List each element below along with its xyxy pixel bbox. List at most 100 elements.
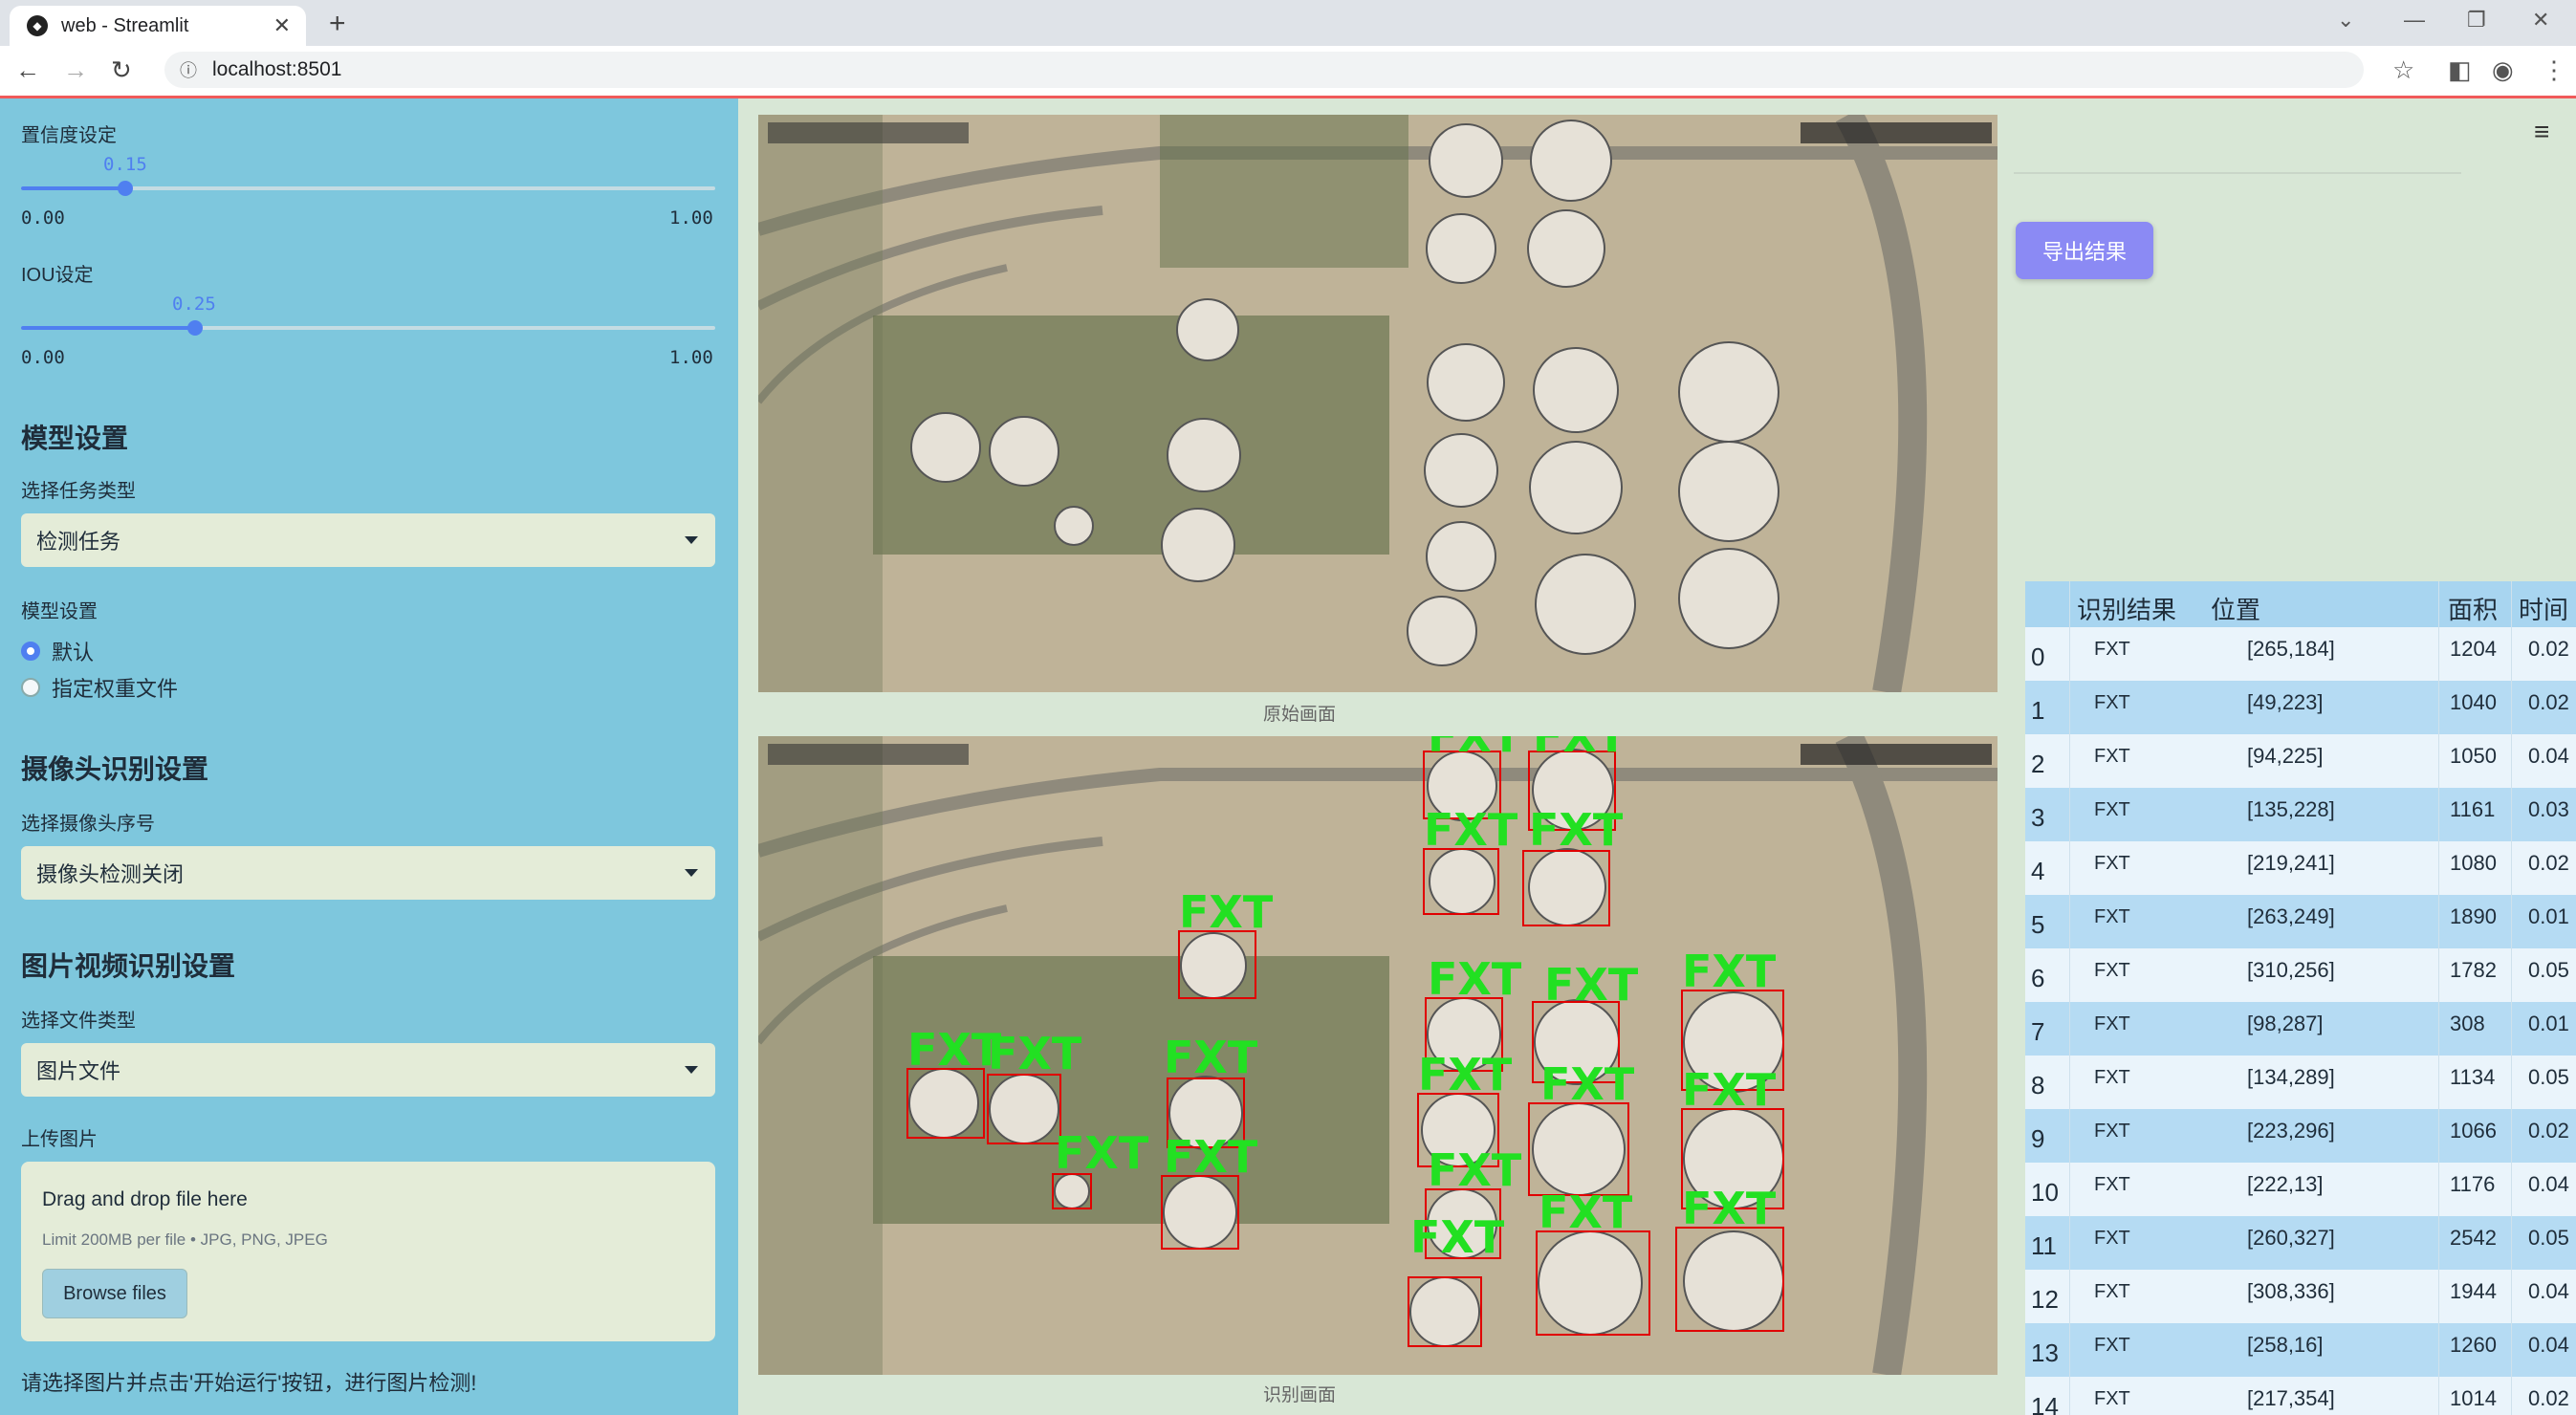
table-row[interactable]: 2 FXT [94,225] 1050 0.04 [2025, 734, 2576, 788]
detection-label: FXT [1055, 1127, 1149, 1179]
iou-label: IOU设定 [21, 265, 94, 286]
confidence-max: 1.00 [669, 207, 713, 229]
file-type-label: 选择文件类型 [21, 1011, 136, 1032]
table-row[interactable]: 12 FXT [308,336] 1944 0.04 [2025, 1270, 2576, 1323]
row-position: [222,13] [2247, 1172, 2324, 1196]
row-index: 4 [2031, 857, 2045, 885]
file-type-select[interactable]: 图片文件 [21, 1043, 715, 1097]
table-row[interactable]: 11 FXT [260,327] 2542 0.05 [2025, 1216, 2576, 1270]
model-settings-heading: 模型设置 [21, 424, 129, 453]
reload-icon[interactable]: ↻ [111, 55, 132, 85]
table-row[interactable]: 6 FXT [310,256] 1782 0.05 [2025, 948, 2576, 1002]
row-area: 1260 [2450, 1333, 2497, 1357]
bookmark-star-icon[interactable]: ☆ [2392, 55, 2414, 85]
tab-search-icon[interactable]: ⌄ [2337, 8, 2354, 33]
iou-slider[interactable] [21, 326, 715, 330]
radio-custom-weights[interactable]: 指定权重文件 [21, 672, 178, 703]
row-position: [49,223] [2247, 690, 2324, 714]
radio-default[interactable]: 默认 [21, 636, 94, 666]
profile-avatar-icon[interactable]: ◉ [2492, 55, 2514, 85]
row-area: 2542 [2450, 1226, 2497, 1250]
row-label: FXT [2094, 1013, 2130, 1034]
back-icon[interactable]: ← [15, 55, 40, 85]
row-time: 0.02 [2528, 851, 2569, 875]
row-index: 2 [2031, 750, 2045, 778]
iou-slider-fill [21, 326, 195, 330]
restore-icon[interactable]: ❐ [2467, 8, 2486, 33]
row-index: 6 [2031, 964, 2045, 992]
original-caption: 原始画面 [1262, 705, 1336, 725]
row-position: [260,327] [2247, 1226, 2335, 1250]
camera-index-label: 选择摄像头序号 [21, 814, 155, 835]
browse-files-button[interactable]: Browse files [42, 1269, 187, 1318]
table-row[interactable]: 1 FXT [49,223] 1040 0.02 [2025, 681, 2576, 734]
radio-default-label: 默认 [52, 641, 95, 664]
url-text: localhost:8501 [212, 58, 342, 80]
sidebar: 置信度设定 0.15 0.00 1.00 IOU设定 0.25 0.00 1.0… [0, 98, 738, 1415]
original-image [758, 115, 1997, 692]
iou-slider-thumb[interactable] [187, 320, 203, 336]
task-type-label: 选择任务类型 [21, 481, 136, 502]
radio-selected-icon [21, 642, 40, 661]
detection-label: FXT [1533, 736, 1627, 762]
browser-tab[interactable]: ◆ web - Streamlit ✕ [10, 6, 306, 46]
detection-label: FXT [1529, 804, 1624, 856]
camera-select[interactable]: 摄像头检测关闭 [21, 846, 715, 900]
table-row[interactable]: 3 FXT [135,228] 1161 0.03 [2025, 788, 2576, 841]
row-position: [135,228] [2247, 797, 2335, 821]
site-info-icon[interactable]: ⓘ [180, 57, 197, 82]
file-dropzone[interactable]: Drag and drop file here Limit 200MB per … [21, 1162, 715, 1341]
row-index: 11 [2031, 1231, 2057, 1260]
header-result[interactable]: 识别结果 [2077, 591, 2176, 626]
detection-result-image: FXT FXTFXT FXT FXT FXT FXT FXT FXT FXT FXT FX… [758, 736, 1997, 1375]
row-area: 1040 [2450, 690, 2497, 714]
export-results-button[interactable]: 导出结果 [2016, 222, 2153, 279]
row-label: FXT [2094, 1388, 2130, 1409]
row-area: 1050 [2450, 744, 2497, 768]
row-index: 0 [2031, 642, 2045, 671]
table-row[interactable]: 7 FXT [98,287] 308 0.01 [2025, 1002, 2576, 1056]
task-type-select[interactable]: 检测任务 [21, 513, 715, 567]
url-field[interactable]: ⓘ localhost:8501 [164, 52, 2364, 88]
chevron-down-icon [685, 1066, 698, 1074]
row-position: [258,16] [2247, 1333, 2324, 1357]
side-panel-icon[interactable]: ◧ [2448, 55, 2472, 85]
detection-label: FXT [1428, 953, 1522, 1005]
table-row[interactable]: 13 FXT [258,16] 1260 0.04 [2025, 1323, 2576, 1377]
row-position: [263,249] [2247, 904, 2335, 928]
header-area[interactable]: 面积 [2448, 591, 2498, 626]
refinery-aerial-image [758, 115, 1997, 692]
forward-icon[interactable]: → [63, 55, 88, 85]
row-time: 0.05 [2528, 958, 2569, 982]
table-row[interactable]: 14 FXT [217,354] 1014 0.02 [2025, 1377, 2576, 1415]
confidence-slider-fill [21, 186, 125, 190]
row-index: 3 [2031, 803, 2045, 832]
header-position[interactable]: 位置 [2211, 591, 2260, 626]
detection-label: FXT [1164, 1032, 1258, 1083]
table-row[interactable]: 4 FXT [219,241] 1080 0.02 [2025, 841, 2576, 895]
table-row[interactable]: 8 FXT [134,289] 1134 0.05 [2025, 1056, 2576, 1109]
detection-label: FXT [1410, 1211, 1505, 1263]
result-image: FXT FXT FXT FXT FXT FXT FXT FXT FXT FXT FXT FX… [758, 736, 1997, 1375]
new-tab-icon[interactable]: + [329, 8, 346, 40]
column-divider [2438, 581, 2439, 1415]
row-area: 1782 [2450, 958, 2497, 982]
table-row[interactable]: 10 FXT [222,13] 1176 0.04 [2025, 1163, 2576, 1216]
table-row[interactable]: 5 FXT [263,249] 1890 0.01 [2025, 895, 2576, 948]
minimize-icon[interactable]: — [2404, 8, 2425, 33]
row-index: 14 [2031, 1392, 2059, 1415]
close-window-icon[interactable]: ✕ [2532, 8, 2549, 33]
close-tab-icon[interactable]: ✕ [273, 13, 291, 38]
tab-title: web - Streamlit [61, 14, 189, 36]
row-time: 0.01 [2528, 904, 2569, 928]
table-row[interactable]: 0 FXT [265,184] 1204 0.02 [2025, 627, 2576, 681]
table-row[interactable]: 9 FXT [223,296] 1066 0.02 [2025, 1109, 2576, 1163]
row-label: FXT [2094, 1121, 2130, 1142]
confidence-slider-thumb[interactable] [118, 181, 133, 196]
row-position: [308,336] [2247, 1279, 2335, 1303]
hamburger-menu-icon[interactable]: ≡ [2534, 117, 2549, 147]
browser-menu-icon[interactable]: ⋮ [2542, 55, 2566, 85]
row-time: 0.02 [2528, 1119, 2569, 1143]
row-index: 7 [2031, 1017, 2045, 1046]
header-time[interactable]: 时间 [2519, 591, 2568, 626]
